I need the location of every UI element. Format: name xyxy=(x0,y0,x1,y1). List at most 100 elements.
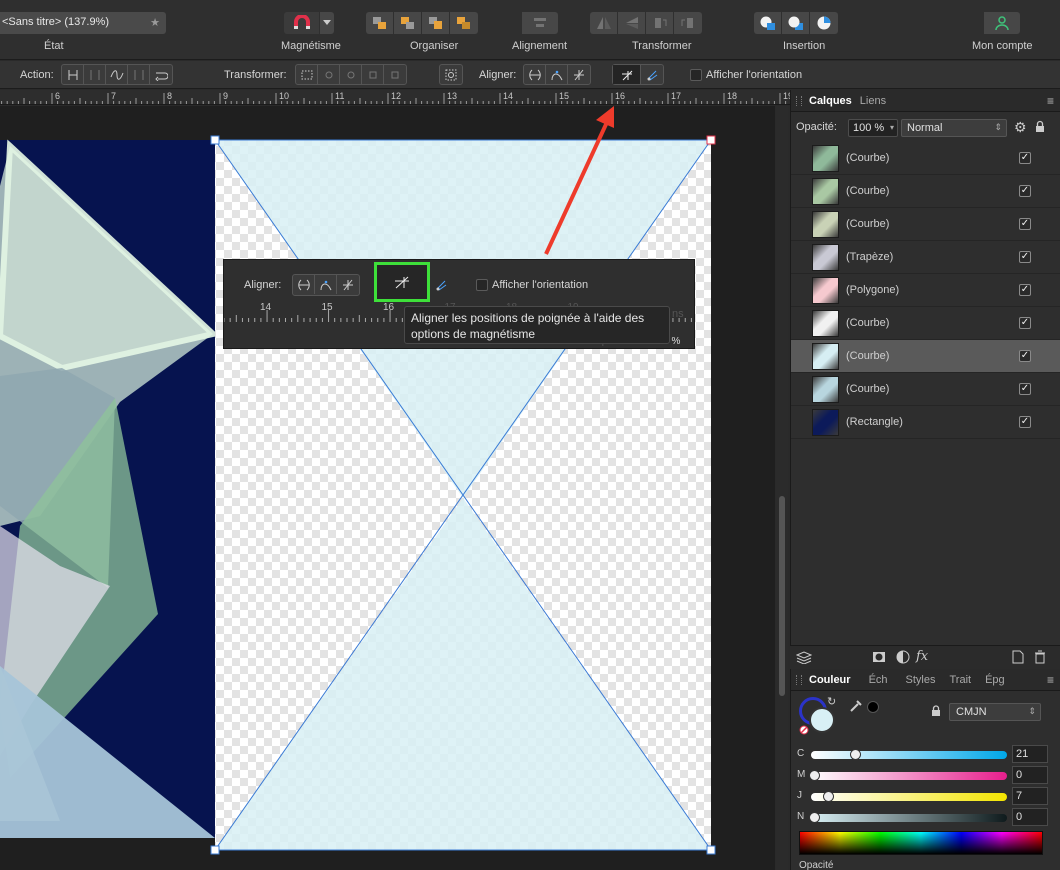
tab-links[interactable]: Liens xyxy=(860,95,886,107)
align-handles-opposite-button[interactable] xyxy=(524,65,546,84)
alignment-button[interactable] xyxy=(522,12,558,34)
show-orientation-checkbox[interactable] xyxy=(690,69,702,81)
channel-value-field[interactable]: 7 xyxy=(1012,787,1048,805)
slider-knob[interactable] xyxy=(809,812,820,823)
slider-track[interactable] xyxy=(811,814,1007,822)
align-handles-axis-button[interactable] xyxy=(568,65,590,84)
channel-value-field[interactable]: 21 xyxy=(1012,745,1048,763)
mask-icon[interactable] xyxy=(872,651,886,663)
inset-align-handles-curve-button[interactable] xyxy=(315,275,337,294)
layer-row[interactable]: (Trapèze) ✓ xyxy=(791,241,1060,274)
slider-knob[interactable] xyxy=(822,791,834,802)
blend-mode-select[interactable]: Normal ⇕ xyxy=(901,119,1007,137)
align-handles-direction-button[interactable] xyxy=(641,65,663,84)
close-curve-button[interactable] xyxy=(84,65,106,84)
layer-row[interactable]: (Courbe) ✓ xyxy=(791,208,1060,241)
transform-mode-button[interactable] xyxy=(296,65,318,84)
layer-visibility-checkbox[interactable]: ✓ xyxy=(1019,317,1031,329)
slider-track[interactable] xyxy=(811,793,1007,801)
inset-direction-button[interactable] xyxy=(430,274,452,296)
layer-visibility-checkbox[interactable]: ✓ xyxy=(1019,416,1031,428)
layer-visibility-checkbox[interactable]: ✓ xyxy=(1019,284,1031,296)
flip-horizontal-button[interactable] xyxy=(590,12,618,34)
horizontal-ruler[interactable]: 6 7 8 9 10 11 12 13 14 15 16 17 18 19 xyxy=(0,90,790,105)
transform-option-5-button[interactable] xyxy=(384,65,406,84)
layer-row[interactable]: (Rectangle) ✓ xyxy=(791,406,1060,439)
layers-stack-icon[interactable] xyxy=(796,650,812,664)
reverse-curve-button[interactable] xyxy=(150,65,172,84)
scrollbar-thumb[interactable] xyxy=(779,496,785,696)
channel-value-field[interactable]: 0 xyxy=(1012,808,1048,826)
gear-icon[interactable]: ⚙ xyxy=(1014,119,1027,136)
eyedropper-icon[interactable] xyxy=(849,699,863,713)
panel-menu-icon[interactable]: ≡ xyxy=(1047,94,1054,108)
rotate-left-button[interactable] xyxy=(646,12,674,34)
transform-option-4-button[interactable] xyxy=(362,65,384,84)
inset-align-handles-opposite-button[interactable] xyxy=(293,275,315,294)
tab-layers[interactable]: Calques xyxy=(809,95,852,107)
smooth-curve-button[interactable] xyxy=(106,65,128,84)
fx-icon[interactable]: fx xyxy=(916,649,928,664)
fill-color-swatch[interactable] xyxy=(809,707,835,733)
insert-inside-button[interactable] xyxy=(810,12,838,34)
lock-icon[interactable] xyxy=(1035,120,1045,133)
send-to-back-button[interactable] xyxy=(366,12,394,34)
tab-brush[interactable]: Épg xyxy=(985,674,1005,686)
canvas[interactable] xyxy=(0,106,775,870)
join-curves-button[interactable] xyxy=(128,65,150,84)
rotate-right-button[interactable] xyxy=(674,12,702,34)
break-curve-button[interactable] xyxy=(62,65,84,84)
layer-row[interactable]: (Courbe) ✓ xyxy=(791,340,1060,373)
insert-top-button[interactable] xyxy=(782,12,810,34)
panel-grip-icon[interactable] xyxy=(796,96,802,106)
tab-swatches[interactable]: Éch xyxy=(869,674,888,686)
align-handles-curve-button[interactable] xyxy=(546,65,568,84)
adjustment-icon[interactable] xyxy=(896,650,910,664)
transform-option-3-button[interactable] xyxy=(340,65,362,84)
opacity-field[interactable]: 100 % ▾ xyxy=(848,119,898,137)
align-handles-snapping-button[interactable] xyxy=(613,65,641,84)
layer-visibility-checkbox[interactable]: ✓ xyxy=(1019,185,1031,197)
picked-color-swatch[interactable] xyxy=(867,701,879,713)
layer-visibility-checkbox[interactable]: ✓ xyxy=(1019,350,1031,362)
magnetism-dropdown-button[interactable] xyxy=(320,12,334,34)
tab-stroke[interactable]: Trait xyxy=(950,674,972,686)
slider-track[interactable] xyxy=(811,751,1007,759)
layer-visibility-checkbox[interactable]: ✓ xyxy=(1019,251,1031,263)
panel-menu-icon[interactable]: ≡ xyxy=(1047,673,1054,687)
magnetism-button[interactable] xyxy=(284,12,320,34)
layer-visibility-checkbox[interactable]: ✓ xyxy=(1019,218,1031,230)
layer-row[interactable]: (Courbe) ✓ xyxy=(791,307,1060,340)
document-tab[interactable]: <Sans titre> (137.9%) ★ xyxy=(0,12,166,34)
move-back-button[interactable] xyxy=(394,12,422,34)
inset-show-orientation-checkbox[interactable] xyxy=(476,279,488,291)
layer-row[interactable]: (Polygone) ✓ xyxy=(791,274,1060,307)
color-spectrum[interactable] xyxy=(799,831,1043,855)
panel-grip-icon[interactable] xyxy=(796,675,802,685)
tab-styles[interactable]: Styles xyxy=(906,674,936,686)
insert-behind-button[interactable] xyxy=(754,12,782,34)
layer-visibility-checkbox[interactable]: ✓ xyxy=(1019,152,1031,164)
layer-row[interactable]: (Courbe) ✓ xyxy=(791,175,1060,208)
tab-color[interactable]: Couleur xyxy=(809,674,851,686)
vertical-scrollbar[interactable] xyxy=(776,106,788,870)
new-document-icon[interactable] xyxy=(1012,650,1024,664)
flip-vertical-button[interactable] xyxy=(618,12,646,34)
inset-align-handles-axis-button[interactable] xyxy=(337,275,359,294)
bring-to-front-button[interactable] xyxy=(450,12,478,34)
transform-option-2-button[interactable] xyxy=(318,65,340,84)
no-color-icon[interactable] xyxy=(799,725,809,735)
slider-knob[interactable] xyxy=(809,770,820,781)
layer-row[interactable]: (Courbe) ✓ xyxy=(791,373,1060,406)
highlighted-snap-button[interactable] xyxy=(374,262,430,302)
lock-icon[interactable] xyxy=(931,705,941,717)
color-model-select[interactable]: CMJN ⇕ xyxy=(949,703,1041,721)
slider-track[interactable] xyxy=(811,772,1007,780)
swap-colors-icon[interactable]: ↻ xyxy=(827,695,836,708)
trash-icon[interactable] xyxy=(1034,650,1046,664)
transform-reset-button[interactable] xyxy=(440,65,462,84)
move-forward-button[interactable] xyxy=(422,12,450,34)
layer-row[interactable]: (Courbe) ✓ xyxy=(791,142,1060,175)
account-button[interactable] xyxy=(984,12,1020,34)
channel-value-field[interactable]: 0 xyxy=(1012,766,1048,784)
